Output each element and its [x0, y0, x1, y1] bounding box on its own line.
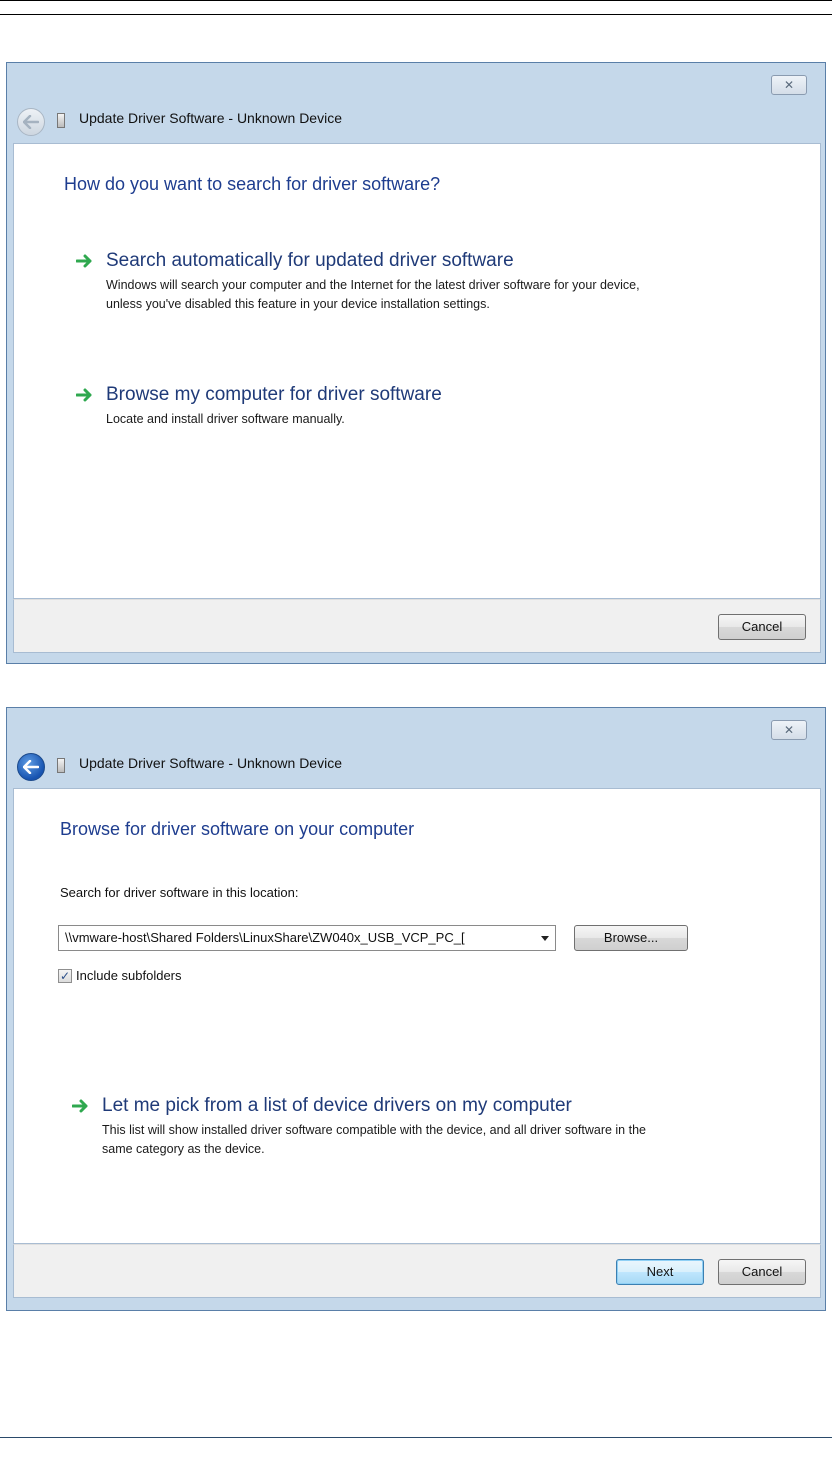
cancel-button[interactable]: Cancel [718, 614, 806, 640]
cancel-button[interactable]: Cancel [718, 1259, 806, 1285]
pick-from-list-title[interactable]: Let me pick from a list of device driver… [102, 1095, 572, 1117]
back-button[interactable] [17, 753, 45, 781]
update-driver-dialog-browse: ✕ Update Driver Software - Unknown Devic… [6, 707, 826, 1311]
chevron-down-icon[interactable] [541, 936, 549, 941]
location-value[interactable]: \\vmware-host\Shared Folders\LinuxShare\… [65, 930, 533, 945]
device-icon [57, 758, 65, 773]
dialog-title: Update Driver Software - Unknown Device [79, 110, 342, 126]
dialog-title: Update Driver Software - Unknown Device [79, 755, 342, 771]
page-top-rule [0, 0, 832, 1]
dialog-footer: Next Cancel [13, 1244, 821, 1298]
next-button[interactable]: Next [616, 1259, 704, 1285]
location-combobox[interactable]: \\vmware-host\Shared Folders\LinuxShare\… [58, 925, 556, 951]
device-icon [57, 113, 65, 128]
page-heading: How do you want to search for driver sof… [64, 174, 441, 194]
back-button[interactable] [17, 108, 45, 136]
green-arrow-icon [72, 1099, 88, 1113]
include-subfolders-checkbox[interactable]: ✓ [58, 969, 72, 983]
include-subfolders-label[interactable]: Include subfolders [76, 968, 182, 983]
pick-from-list-description: This list will show installed driver sof… [102, 1123, 646, 1156]
dialog-footer: Cancel [13, 599, 821, 653]
close-button[interactable]: ✕ [771, 75, 807, 95]
green-arrow-icon [76, 254, 92, 268]
dialog-content: How do you want to search for driver sof… [13, 143, 821, 599]
browse-computer-description: Locate and install driver software manua… [106, 412, 345, 426]
dialog-content: Browse for driver software on your compu… [13, 788, 821, 1244]
back-arrow-icon [23, 760, 39, 774]
page-heading: Browse for driver software on your compu… [60, 819, 415, 839]
search-automatically-title[interactable]: Search automatically for updated driver … [106, 250, 514, 272]
location-label: Search for driver software in this locat… [60, 885, 299, 900]
back-arrow-icon [23, 115, 39, 129]
close-button[interactable]: ✕ [771, 720, 807, 740]
browse-computer-title[interactable]: Browse my computer for driver software [106, 384, 442, 406]
page-bottom-rule [0, 1437, 832, 1438]
search-automatically-description: Windows will search your computer and th… [106, 278, 640, 311]
browse-button[interactable]: Browse... [574, 925, 688, 951]
update-driver-dialog-search: ✕ Update Driver Software - Unknown Devic… [6, 62, 826, 664]
page-header-rule [0, 14, 832, 15]
green-arrow-icon [76, 388, 92, 402]
